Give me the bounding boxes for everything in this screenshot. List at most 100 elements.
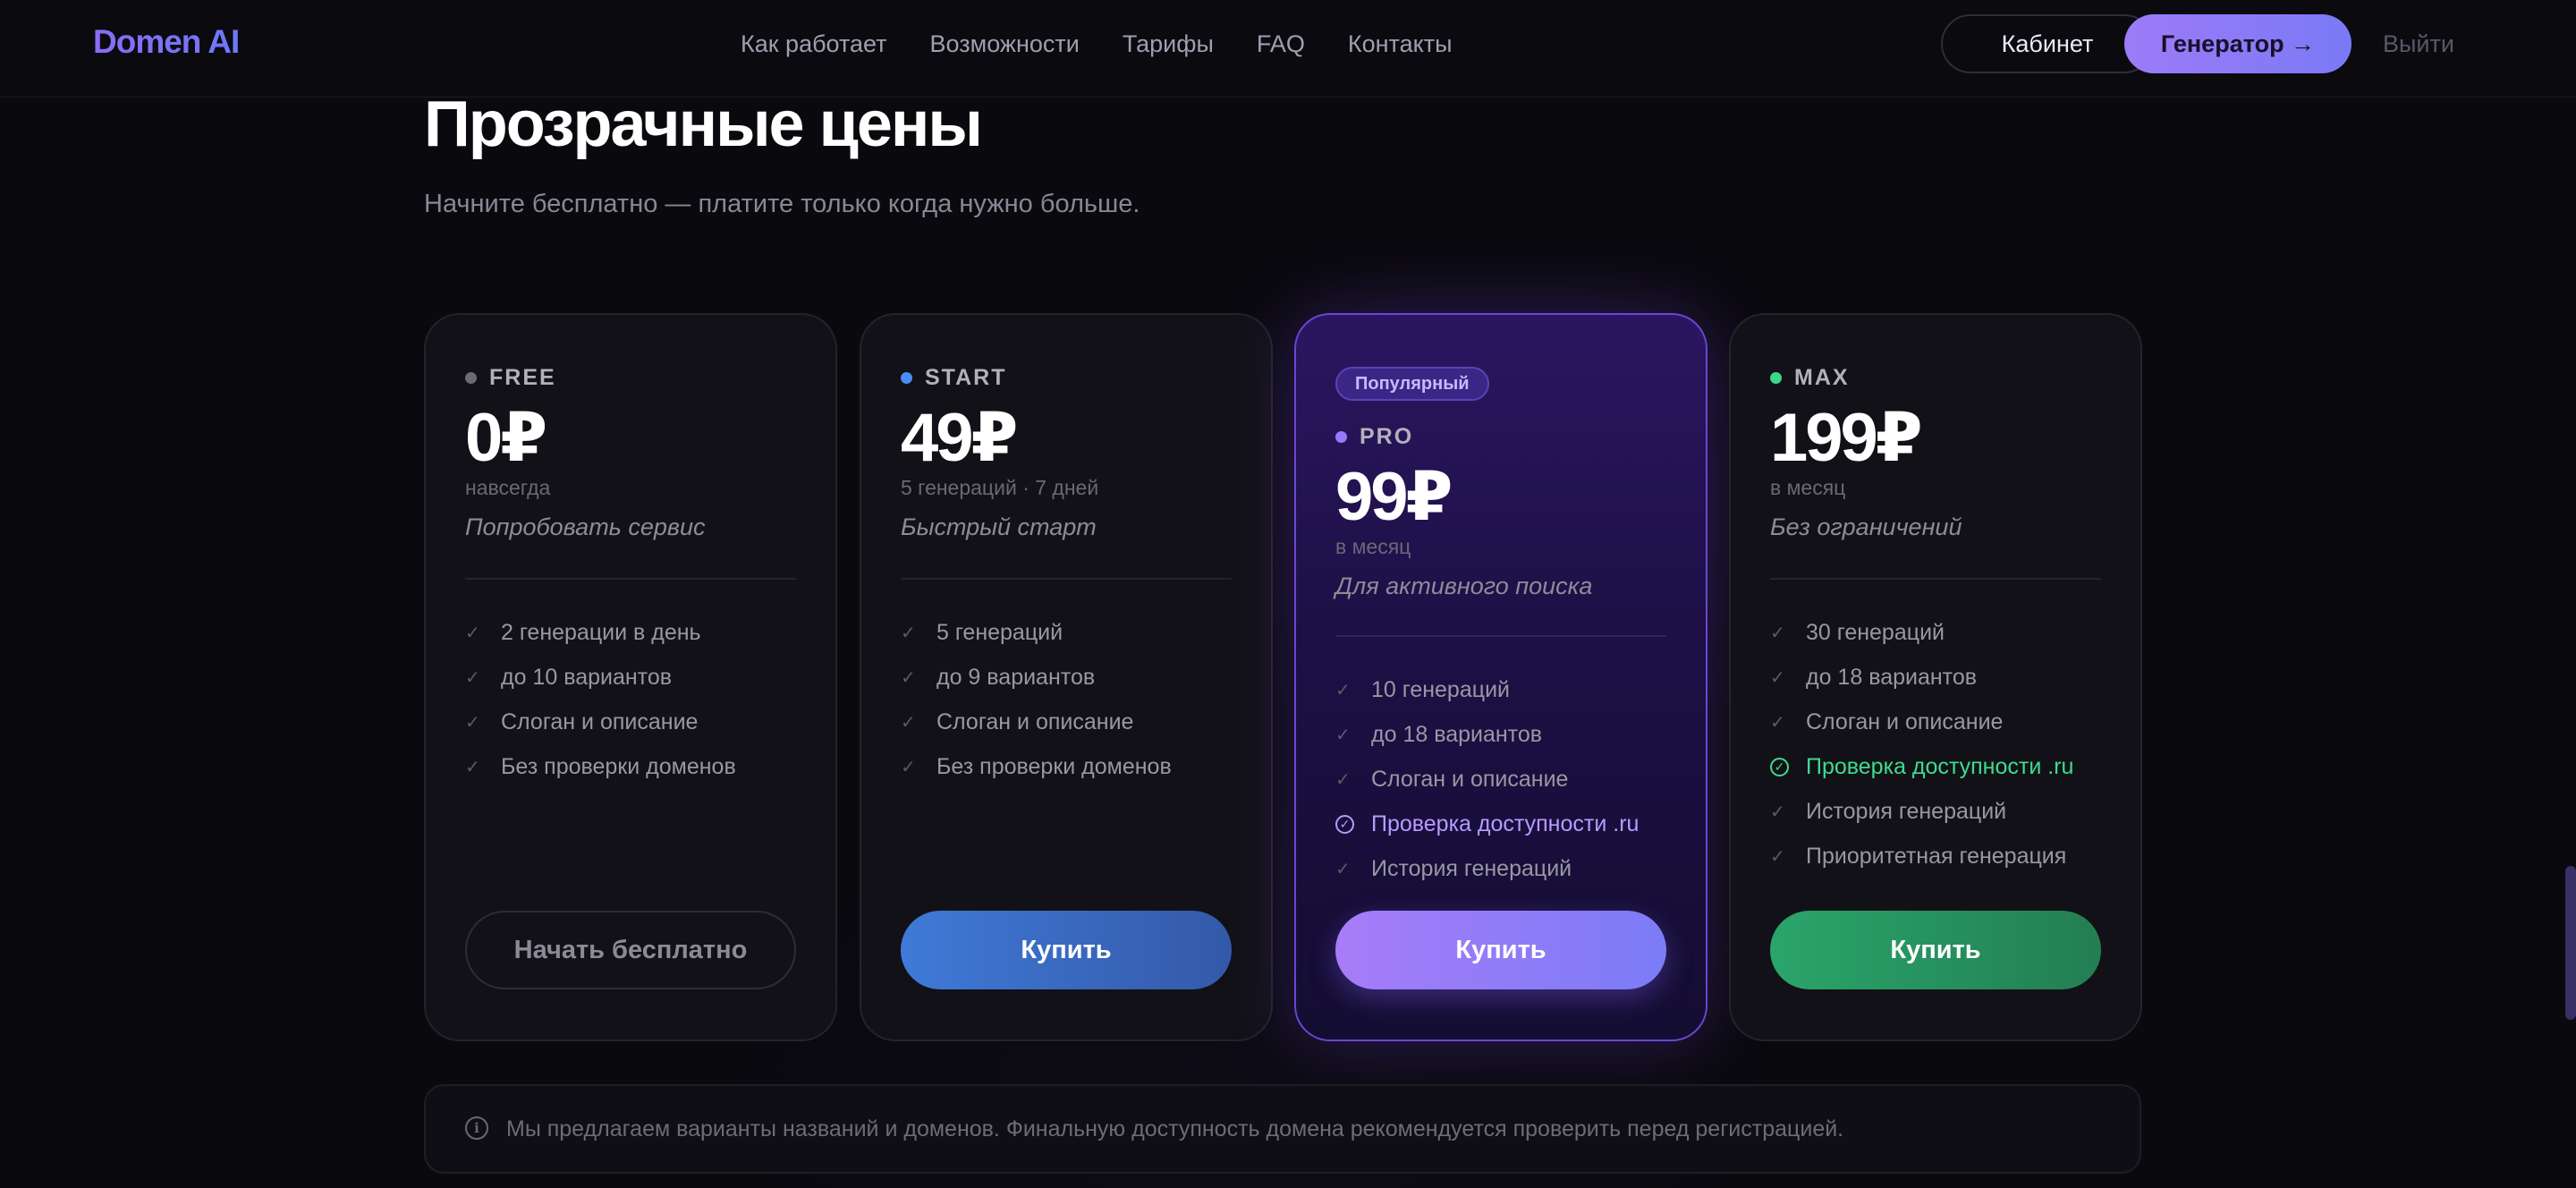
feature-item: ✓ История генераций bbox=[1335, 846, 1639, 891]
popular-badge: Популярный bbox=[1335, 367, 1489, 401]
check-icon: ✓ bbox=[1335, 769, 1351, 790]
feature-item: ✓ до 18 вариантов bbox=[1335, 712, 1639, 757]
feature-text-highlight: Проверка доступности .ru bbox=[1371, 810, 1640, 836]
feature-item: ✓ Без проверки доменов bbox=[465, 744, 736, 789]
feature-item: ✓ 5 генераций bbox=[901, 610, 1172, 655]
check-icon: ✓ bbox=[1770, 802, 1785, 822]
nav-features[interactable]: Возможности bbox=[930, 30, 1080, 58]
check-icon: ✓ bbox=[1335, 859, 1351, 879]
check-icon: ✓ bbox=[1335, 725, 1351, 745]
feature-text: Приоритетная генерация bbox=[1806, 843, 2067, 869]
buy-start-button[interactable]: Купить bbox=[901, 911, 1232, 989]
feature-list: ✓ 2 генерации в день ✓ до 10 вариантов ✓ Сл… bbox=[465, 610, 736, 789]
divider bbox=[1770, 578, 2101, 580]
check-icon: ✓ bbox=[901, 667, 916, 688]
feature-item: ✓ до 18 вариантов bbox=[1770, 655, 2073, 700]
main-nav: Как работает Возможности Тарифы FAQ Конт… bbox=[741, 30, 1453, 58]
info-note-text: Мы предлагаем варианты названий и домено… bbox=[506, 1116, 1844, 1141]
feature-item: ✓ до 9 вариантов bbox=[901, 655, 1172, 700]
feature-text-highlight: Проверка доступности .ru bbox=[1806, 753, 2074, 779]
plan-price: 99₽ bbox=[1335, 459, 1453, 535]
feature-text: до 9 вариантов bbox=[936, 664, 1096, 690]
plan-price: 199₽ bbox=[1770, 400, 1923, 476]
plan-tier: PRO bbox=[1335, 424, 1413, 450]
plan-period: 5 генераций · 7 дней bbox=[901, 476, 1099, 499]
check-icon: ✓ bbox=[465, 623, 480, 643]
check-icon: ✓ bbox=[901, 712, 916, 733]
feature-text: 10 генераций bbox=[1371, 676, 1510, 702]
buy-pro-button[interactable]: Купить bbox=[1335, 911, 1666, 989]
nav-pricing[interactable]: Тарифы bbox=[1123, 30, 1214, 58]
nav-how-it-works[interactable]: Как работает bbox=[741, 30, 887, 58]
logo[interactable]: Domen AI bbox=[93, 23, 240, 61]
tier-dot-icon bbox=[1770, 372, 1782, 384]
check-circle-icon: ✓ bbox=[1335, 814, 1354, 834]
tier-dot-icon bbox=[901, 372, 912, 384]
feature-list: ✓ 10 генераций ✓ до 18 вариантов ✓ Слоган и… bbox=[1335, 667, 1639, 891]
plan-price: 0₽ bbox=[465, 400, 547, 476]
plan-card-free: FREE 0₽ навсегда Попробовать сервис ✓ 2 г… bbox=[424, 313, 837, 1041]
check-icon: ✓ bbox=[1770, 712, 1785, 733]
plan-card-start: START 49₽ 5 генераций · 7 дней Быстрый с… bbox=[860, 313, 1273, 1041]
feature-text: до 10 вариантов bbox=[501, 664, 673, 690]
plan-tagline: Попробовать сервис bbox=[465, 513, 706, 540]
info-icon: i bbox=[465, 1116, 488, 1140]
feature-item: ✓ 2 генерации в день bbox=[465, 610, 736, 655]
plan-period: в месяц bbox=[1770, 476, 1846, 499]
feature-item: ✓ до 10 вариантов bbox=[465, 655, 736, 700]
divider bbox=[1335, 635, 1666, 637]
feature-item: ✓ 30 генераций bbox=[1770, 610, 2073, 655]
plan-tagline: Без ограничений bbox=[1770, 513, 1962, 540]
check-icon: ✓ bbox=[1770, 623, 1785, 643]
feature-text: 2 генерации в день bbox=[501, 619, 701, 645]
check-icon: ✓ bbox=[465, 667, 480, 688]
tier-label: START bbox=[925, 365, 1007, 390]
plan-period: навсегда bbox=[465, 476, 551, 499]
feature-text: до 18 вариантов bbox=[1371, 721, 1543, 747]
plan-price: 49₽ bbox=[901, 400, 1018, 476]
tier-label: MAX bbox=[1794, 365, 1850, 390]
divider bbox=[901, 578, 1232, 580]
feature-item: ✓ Слоган и описание bbox=[1335, 757, 1639, 802]
check-icon: ✓ bbox=[1770, 667, 1785, 688]
tier-label: FREE bbox=[489, 365, 556, 390]
scrollbar-thumb[interactable] bbox=[2565, 866, 2576, 1020]
feature-item: ✓ Слоган и описание bbox=[901, 700, 1172, 744]
plan-tier: MAX bbox=[1770, 365, 1850, 391]
nav-faq[interactable]: FAQ bbox=[1257, 30, 1305, 58]
logout-link[interactable]: Выйти bbox=[2383, 30, 2454, 58]
feature-text: История генераций bbox=[1371, 855, 1572, 881]
check-icon: ✓ bbox=[901, 757, 916, 777]
buy-max-button[interactable]: Купить bbox=[1770, 911, 2101, 989]
info-note: i Мы предлагаем варианты названий и доме… bbox=[424, 1084, 2141, 1174]
feature-text: Слоган и описание bbox=[1371, 766, 1569, 792]
feature-item: ✓ Слоган и описание bbox=[1770, 700, 2073, 744]
plan-period: в месяц bbox=[1335, 535, 1411, 558]
tier-label: PRO bbox=[1360, 424, 1414, 449]
plan-tier: FREE bbox=[465, 365, 556, 391]
feature-item: ✓ Проверка доступности .ru bbox=[1770, 744, 2073, 789]
feature-item: ✓ Без проверки доменов bbox=[901, 744, 1172, 789]
check-icon: ✓ bbox=[465, 712, 480, 733]
plan-tagline: Для активного поиска bbox=[1335, 573, 1593, 599]
check-icon: ✓ bbox=[901, 623, 916, 643]
feature-list: ✓ 5 генераций ✓ до 9 вариантов ✓ Слоган и о… bbox=[901, 610, 1172, 789]
start-free-button[interactable]: Начать бесплатно bbox=[465, 911, 796, 989]
feature-text: Слоган и описание bbox=[936, 709, 1134, 734]
feature-item: ✓ 10 генераций bbox=[1335, 667, 1639, 712]
tier-dot-icon bbox=[465, 372, 477, 384]
generator-button[interactable]: Генератор → bbox=[2124, 14, 2351, 73]
feature-item: ✓ Слоган и описание bbox=[465, 700, 736, 744]
plan-tier: START bbox=[901, 365, 1006, 391]
feature-text: История генераций bbox=[1806, 798, 2007, 824]
cabinet-button[interactable]: Кабинет bbox=[1941, 14, 2154, 73]
tier-dot-icon bbox=[1335, 431, 1347, 443]
plan-card-pro: Популярный PRO 99₽ в месяц Для активного… bbox=[1294, 313, 1707, 1041]
page-subtitle: Начните бесплатно — платите только когда… bbox=[424, 190, 1140, 218]
feature-text: 5 генераций bbox=[936, 619, 1063, 645]
nav-contacts[interactable]: Контакты bbox=[1348, 30, 1453, 58]
feature-list: ✓ 30 генераций ✓ до 18 вариантов ✓ Слоган и… bbox=[1770, 610, 2073, 878]
feature-text: до 18 вариантов bbox=[1806, 664, 1978, 690]
feature-text: 30 генераций bbox=[1806, 619, 1945, 645]
feature-item: ✓ Приоритетная генерация bbox=[1770, 834, 2073, 878]
